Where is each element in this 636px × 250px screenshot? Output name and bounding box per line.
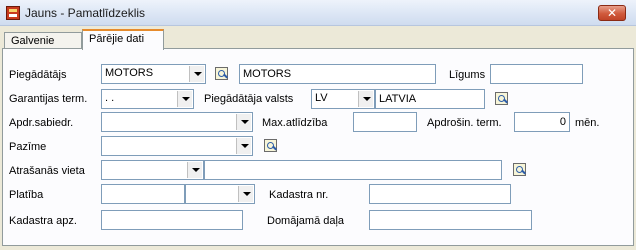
contract-field[interactable] — [490, 64, 583, 84]
area-label: Platība — [9, 189, 44, 201]
insurer-select[interactable] — [101, 112, 253, 132]
chevron-down-icon[interactable] — [189, 66, 204, 82]
location-select[interactable] — [101, 160, 204, 180]
chevron-down-icon[interactable] — [236, 138, 251, 154]
supplier-country-label: Piegādātāja valsts — [204, 93, 294, 105]
cadastre-area-field[interactable] — [101, 210, 243, 230]
max-liability-field[interactable] — [353, 112, 417, 132]
ideal-share-field[interactable] — [369, 210, 532, 230]
title-bar: Jauns - Pamatlīdzeklis ✕ — [0, 0, 636, 26]
tab-parejie-dati[interactable]: Pārējie dati — [82, 29, 164, 50]
location-lookup-icon[interactable] — [513, 163, 527, 177]
warranty-term-value: . . — [105, 92, 115, 104]
supplier-select[interactable]: MOTORS — [101, 64, 206, 84]
cadastre-no-label: Kadastra nr. — [269, 189, 329, 201]
chevron-down-icon[interactable] — [358, 91, 373, 107]
tab-bar: Galvenie dati Pārējie dati — [0, 26, 636, 59]
close-button[interactable]: ✕ — [598, 5, 626, 21]
area-unit-select[interactable] — [185, 184, 255, 204]
warranty-term-label: Garantijas term. — [9, 93, 88, 105]
max-liability-label: Max.atlīdzība — [262, 117, 328, 129]
attribute-label: Pazīme — [9, 141, 47, 153]
supplier-lookup-icon[interactable] — [215, 67, 229, 81]
cadastre-area-label: Kadastra apz. — [9, 215, 77, 227]
contract-label: Līgums — [449, 69, 486, 81]
tab-panel: Piegādātājs MOTORS MOTORS Līgums Garanti… — [2, 48, 634, 246]
insurance-term-field[interactable]: 0 — [514, 112, 570, 132]
attribute-lookup-icon[interactable] — [264, 139, 278, 153]
chevron-down-icon[interactable] — [177, 91, 192, 107]
tab-galvenie-dati[interactable]: Galvenie dati — [4, 32, 82, 59]
ideal-share-label: Domājamā daļa — [267, 215, 345, 227]
window-title: Jauns - Pamatlīdzeklis — [25, 6, 146, 20]
chevron-down-icon[interactable] — [187, 162, 202, 178]
attribute-select[interactable] — [101, 136, 253, 156]
warranty-term-picker[interactable]: . . — [101, 89, 194, 109]
supplier-value: MOTORS — [105, 67, 154, 79]
supplier-country-code: LV — [315, 92, 328, 104]
cadastre-no-field[interactable] — [369, 184, 511, 204]
window: Jauns - Pamatlīdzeklis ✕ Galvenie dati P… — [0, 0, 636, 250]
country-lookup-icon[interactable] — [495, 92, 509, 106]
location-name-field[interactable] — [204, 160, 502, 180]
app-icon — [6, 6, 20, 20]
area-field[interactable] — [101, 184, 185, 204]
supplier-name-field[interactable]: MOTORS — [239, 64, 436, 84]
chevron-down-icon[interactable] — [238, 186, 253, 202]
location-label: Atrašanās vieta — [9, 165, 85, 177]
supplier-country-select[interactable]: LV — [311, 89, 375, 109]
insurance-term-unit: mēn. — [575, 117, 600, 129]
chevron-down-icon[interactable] — [236, 114, 251, 130]
insurance-term-label: Apdrošin. term. — [427, 117, 502, 129]
supplier-label: Piegādātājs — [9, 69, 67, 81]
insurer-label: Apdr.sabiedr. — [9, 117, 74, 129]
supplier-country-name-field[interactable]: LATVIA — [375, 89, 485, 109]
